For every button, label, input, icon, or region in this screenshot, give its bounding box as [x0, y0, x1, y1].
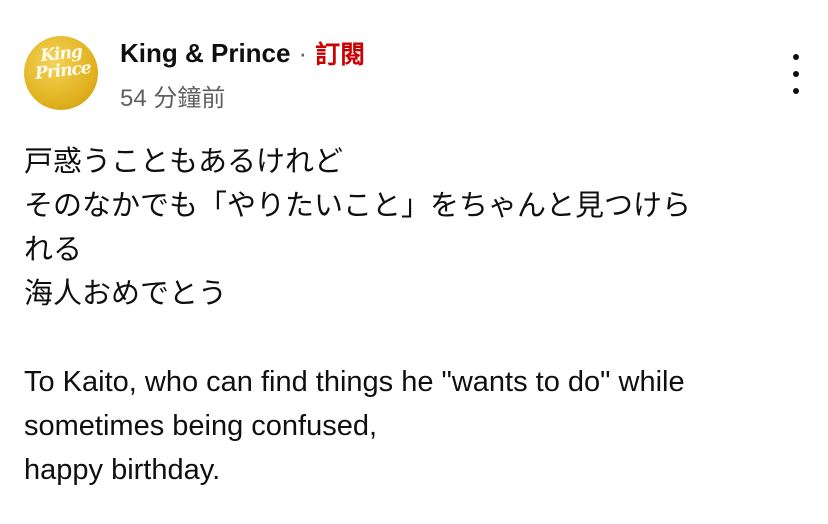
more-dot — [793, 88, 799, 94]
separator-dot: · — [298, 37, 308, 68]
subscribe-button[interactable]: 訂閱 — [315, 35, 365, 71]
post-timestamp: 54 分鐘前 — [120, 85, 226, 112]
avatar-logo: King Prince — [30, 42, 93, 84]
more-dot — [793, 71, 799, 77]
avatar-logo-line2: Prince — [34, 58, 92, 84]
post-header: King Prince King & Prince · 訂閱 54 分鐘前 — [24, 30, 804, 116]
post-body-text: 戸惑うこともあるけれど そのなかでも「やりたいこと」をちゃんと見つけら れる 海… — [24, 146, 692, 486]
more-dot — [793, 54, 799, 60]
channel-avatar[interactable]: King Prince — [24, 36, 98, 110]
channel-name[interactable]: King & Prince — [120, 38, 290, 69]
more-vert-icon[interactable] — [784, 54, 808, 94]
channel-line: King & Prince · 訂閱 — [120, 36, 365, 70]
